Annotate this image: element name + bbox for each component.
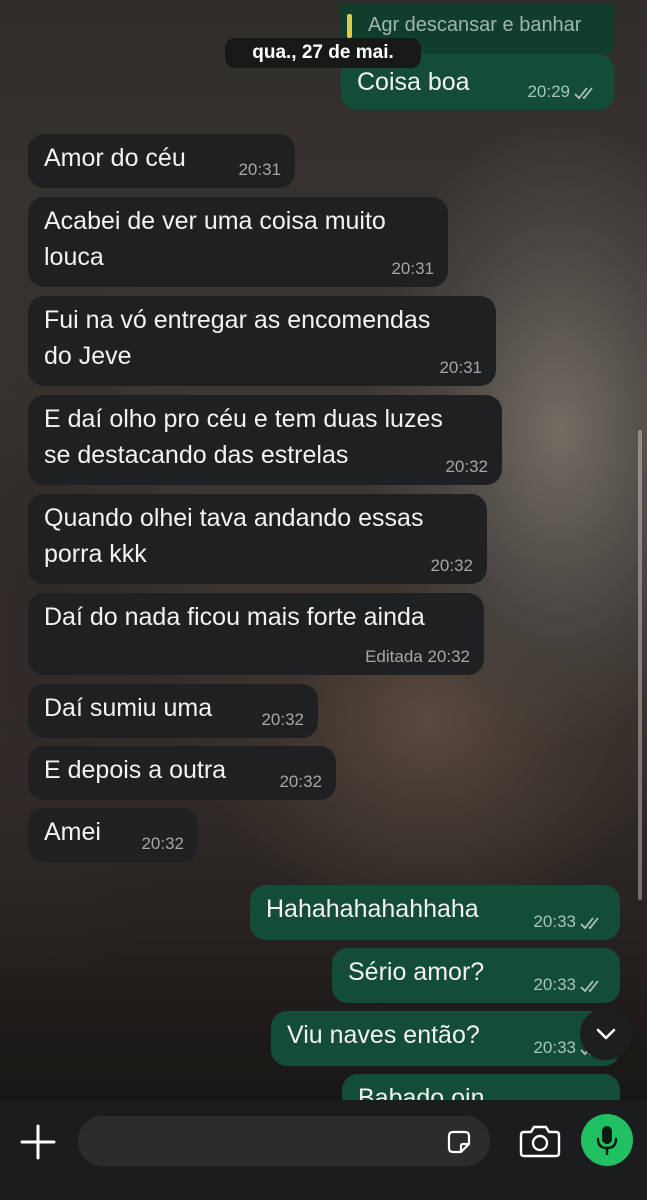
message-time: 20:32 <box>261 710 304 729</box>
scroll-to-bottom-button[interactable] <box>580 1008 632 1060</box>
message-time: 20:33 <box>533 975 576 994</box>
message-bubble-incoming[interactable]: Daí sumiu uma 20:32 <box>28 684 318 738</box>
scrollbar[interactable] <box>638 430 642 900</box>
message-bubble-incoming[interactable]: Amor do céu 20:31 <box>28 134 295 188</box>
quoted-text: Agr descansar e banhar <box>368 14 582 36</box>
message-bubble-incoming[interactable]: Daí do nada ficou mais forte ainda Edita… <box>28 593 484 675</box>
camera-icon[interactable] <box>518 1122 562 1160</box>
message-text: Daí do nada ficou mais forte ainda <box>44 603 425 631</box>
message-time: 20:33 <box>533 1038 576 1057</box>
double-check-icon <box>574 87 593 100</box>
message-text-line: Quando olhei tava andando essas <box>44 504 424 532</box>
message-bubble-incoming[interactable]: Acabei de ver uma coisa muito louca 20:3… <box>28 197 448 287</box>
plus-icon[interactable] <box>18 1122 58 1162</box>
message-time: 20:31 <box>439 358 482 377</box>
message-text-line: E daí olho pro céu e tem duas luzes <box>44 405 443 433</box>
message-text-line: Acabei de ver uma coisa muito <box>44 207 386 235</box>
message-text-line: Fui na vó entregar as encomendas <box>44 306 431 334</box>
message-bubble-incoming[interactable]: Fui na vó entregar as encomendas do Jeve… <box>28 296 496 386</box>
quote-bar <box>347 14 352 38</box>
message-time: 20:32 <box>445 457 488 476</box>
chevron-down-icon <box>596 1028 616 1040</box>
microphone-icon <box>596 1126 618 1155</box>
message-text-line: do Jeve <box>44 342 132 370</box>
double-check-icon <box>580 917 599 930</box>
message-bubble-incoming[interactable]: E daí olho pro céu e tem duas luzes se d… <box>28 395 502 485</box>
message-bubble-incoming[interactable]: Quando olhei tava andando essas porra kk… <box>28 494 487 584</box>
composer-bar <box>0 1100 647 1200</box>
sticker-icon[interactable] <box>444 1127 474 1157</box>
message-time: 20:32 <box>430 556 473 575</box>
message-time: 20:33 <box>533 912 576 931</box>
message-bubble-outgoing[interactable]: Hahahahahahhaha 20:33 <box>250 885 620 940</box>
message-time: 20:29 <box>527 82 570 101</box>
message-bubble-outgoing[interactable]: Viu naves então? 20:33 <box>271 1011 620 1066</box>
message-text-line: louca <box>44 243 104 271</box>
message-input[interactable] <box>78 1116 490 1166</box>
message-time-edited: Editada 20:32 <box>365 647 470 666</box>
message-time: 20:32 <box>279 772 322 791</box>
message-text-line: porra kkk <box>44 540 147 568</box>
double-check-icon <box>580 980 599 993</box>
message-time: 20:31 <box>238 160 281 179</box>
message-time: 20:32 <box>141 834 184 853</box>
microphone-button[interactable] <box>581 1114 633 1166</box>
message-bubble-incoming[interactable]: Amei 20:32 <box>28 808 198 862</box>
message-bubble-outgoing[interactable]: Sério amor? 20:33 <box>332 948 620 1003</box>
message-text-line: se destacando das estrelas <box>44 441 349 469</box>
message-bubble-incoming[interactable]: E depois a outra 20:32 <box>28 746 336 800</box>
message-time: 20:31 <box>391 259 434 278</box>
date-separator: qua., 27 de mai. <box>225 38 421 68</box>
